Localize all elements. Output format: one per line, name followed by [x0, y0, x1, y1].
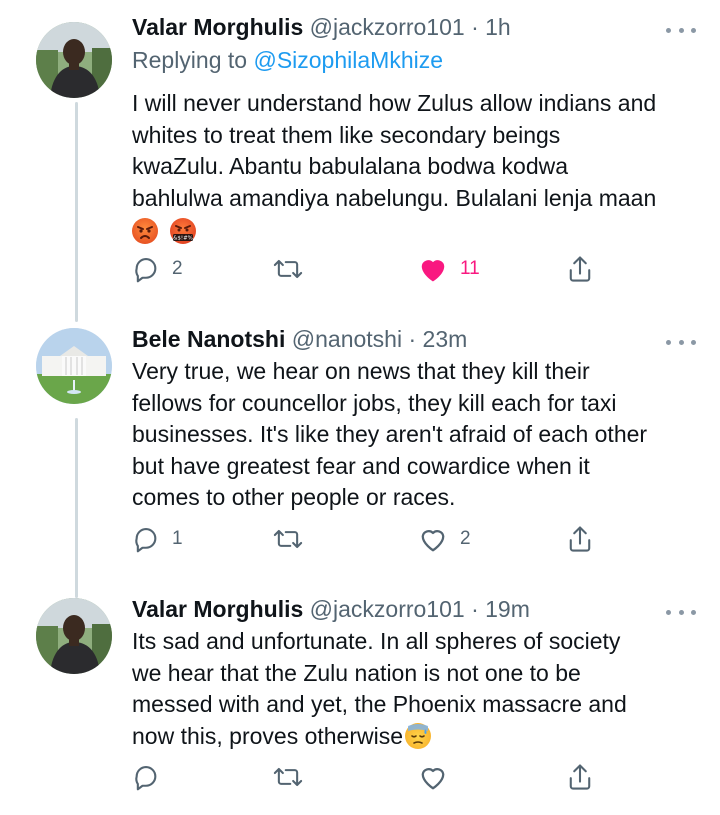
more-options-button[interactable] [666, 335, 696, 349]
tweet-text-line: Its sad and unfortunate. In all spheres … [132, 628, 621, 654]
like-count: 11 [460, 258, 480, 279]
tweet-text: Very true, we hear on news that they kil… [132, 356, 692, 514]
separator-dot: · [471, 14, 479, 40]
tweet-text-line: businesses. It's like they aren't afraid… [132, 421, 648, 447]
tweet-text-line-last: now this, proves otherwise [132, 721, 692, 753]
share-button[interactable] [566, 522, 594, 556]
tweet-text-line: whites to treat them like secondary bein… [132, 121, 561, 148]
angry-face-emoji-icon [132, 218, 158, 244]
reply-icon [135, 258, 157, 283]
like-button[interactable]: 11 [418, 252, 480, 286]
retweet-icon [273, 767, 303, 787]
more-options-button[interactable] [666, 23, 696, 37]
downcast-face-with-sweat-emoji-icon [405, 722, 432, 749]
share-button[interactable] [566, 252, 594, 286]
tweet-text-line: bahlulwa amandiya nabelungu. Bulalani le… [132, 184, 657, 211]
tweet-text-line: comes to other people or races. [132, 484, 456, 510]
tweet-text-line: now this, proves otherwise [132, 722, 404, 749]
timestamp[interactable]: 1h [485, 14, 511, 40]
reply-button[interactable]: 1 [132, 522, 183, 556]
heart-outline-icon [421, 530, 445, 552]
tweet-actions: 1 2 [132, 522, 602, 556]
timestamp[interactable]: 23m [423, 326, 468, 352]
replying-to-link[interactable]: @SizophilaMkhize [253, 47, 443, 73]
more-options-button[interactable] [666, 605, 696, 619]
face-with-symbols-on-mouth-emoji-icon: &$!#% [170, 218, 197, 244]
reply-count: 1 [172, 528, 183, 549]
tweet-text-line: but have greatest fear and cowardice whe… [132, 452, 590, 479]
reply-icon [135, 766, 157, 791]
retweet-button[interactable] [272, 522, 316, 556]
retweet-icon [273, 529, 303, 549]
person-photo-icon [36, 22, 112, 98]
share-icon [569, 526, 591, 552]
display-name[interactable]: Valar Morghulis [132, 596, 303, 622]
tweet-text-line: Very true, we hear on news that they kil… [132, 358, 590, 384]
replying-prefix: Replying to [132, 47, 254, 73]
heart-outline-icon [421, 768, 445, 790]
reply-button[interactable] [132, 760, 172, 794]
like-button[interactable] [418, 760, 460, 794]
tweet-actions [132, 760, 602, 794]
like-count: 2 [460, 528, 471, 549]
symbols-text: &$!#% [173, 236, 193, 242]
timestamp[interactable]: 19m [485, 596, 530, 622]
avatar[interactable] [36, 22, 112, 98]
avatar[interactable] [36, 328, 112, 404]
tweet-text-line: we hear that the Zulu nation is not one … [132, 659, 581, 686]
replying-to: Replying to @SizophilaMkhize [132, 44, 692, 76]
user-handle[interactable]: @nanotshi [292, 326, 402, 352]
tweet-3[interactable]: Valar Morghulis @jackzorro101 · 19m Its … [0, 588, 720, 815]
tweet-text-line: kwaZulu. Abantu babulalana bodwa kodwa [132, 153, 569, 179]
tweet-text: I will never understand how Zulus allow … [132, 88, 692, 248]
white-house-photo-icon [36, 328, 112, 404]
retweet-button[interactable] [272, 252, 316, 286]
tweet-text-line: fellows for councellor jobs, they kill e… [132, 389, 617, 416]
retweet-button[interactable] [272, 760, 316, 794]
tweet-actions: 2 11 [132, 252, 602, 286]
share-icon [569, 256, 591, 282]
like-button[interactable]: 2 [418, 522, 471, 556]
tweet-text-line: messed with and yet, the Phoenix massacr… [132, 691, 627, 717]
user-handle[interactable]: @jackzorro101 [310, 596, 465, 622]
retweet-icon [273, 259, 303, 279]
heart-filled-icon [421, 260, 445, 282]
user-handle[interactable]: @jackzorro101 [310, 14, 465, 40]
avatar[interactable] [36, 598, 112, 674]
tweet-text-line: I will never understand how Zulus allow … [132, 90, 657, 116]
separator-dot: · [408, 326, 417, 352]
reply-icon [135, 528, 157, 553]
tweet-text: Its sad and unfortunate. In all spheres … [132, 626, 692, 752]
share-button[interactable] [566, 760, 594, 794]
share-icon [569, 764, 591, 790]
emoji-row: &$!#% [132, 216, 692, 248]
tweet-1[interactable]: Valar Morghulis @jackzorro101 · 1h Reply… [0, 0, 720, 300]
display-name[interactable]: Valar Morghulis [132, 14, 303, 40]
person-photo-icon [36, 598, 112, 674]
display-name[interactable]: Bele Nanotshi [132, 326, 285, 352]
tweet-2[interactable]: Bele Nanotshi @nanotshi · 23m Very true,… [0, 318, 720, 588]
reply-button[interactable]: 2 [132, 252, 183, 286]
separator-dot: · [471, 596, 479, 622]
reply-count: 2 [172, 258, 183, 279]
